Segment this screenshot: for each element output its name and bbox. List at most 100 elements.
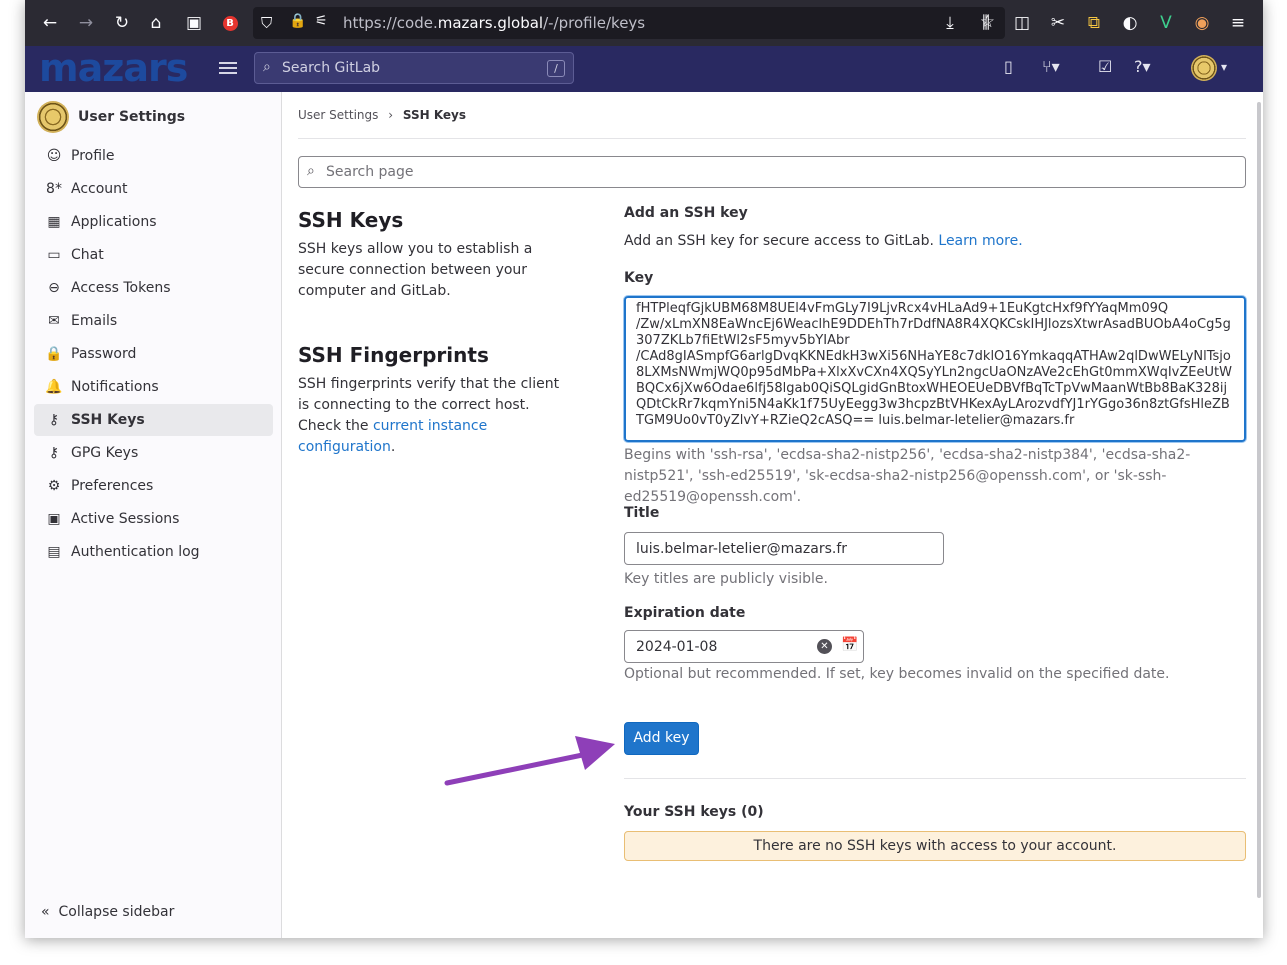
breadcrumb-parent[interactable]: User Settings xyxy=(298,108,378,122)
collapse-sidebar-button[interactable]: « Collapse sidebar xyxy=(41,904,174,920)
learn-more-link[interactable]: Learn more. xyxy=(938,233,1022,249)
sidebar-item-notifications[interactable]: 🔔 Notifications xyxy=(34,371,273,403)
back-icon[interactable]: ← xyxy=(37,10,63,36)
help-icon[interactable]: ?▾ xyxy=(1134,57,1151,76)
sidebar-item-gpg-keys[interactable]: ⚷ GPG Keys xyxy=(34,437,273,469)
title-label: Title xyxy=(624,505,660,521)
vue-devtools-icon[interactable]: V xyxy=(1153,10,1179,36)
reload-icon[interactable]: ↻ xyxy=(109,10,135,36)
avatar xyxy=(37,101,69,133)
sidebar-item-label: Account xyxy=(71,181,128,197)
search-icon: ⌕ xyxy=(263,59,271,75)
sidebar-item-authentication-log[interactable]: ▤ Authentication log xyxy=(34,536,273,568)
permissions-icon[interactable]: ⚟ xyxy=(315,13,328,29)
url-text[interactable]: https://code.mazars.global/-/profile/key… xyxy=(343,14,645,32)
sidebar-item-emails[interactable]: ✉ Emails xyxy=(34,305,273,337)
address-bar[interactable]: ⛉ 🔒 ⚟ https://code.mazars.global/-/profi… xyxy=(253,7,1005,39)
container-icon[interactable]: ⧉ xyxy=(1081,10,1107,36)
clear-icon[interactable]: ✕ xyxy=(817,639,832,654)
key-label: Key xyxy=(624,270,654,286)
sidebar-item-chat[interactable]: ▭ Chat xyxy=(34,239,273,271)
key-help-text: Begins with 'ssh-rsa', 'ecdsa-sha2-nistp… xyxy=(624,447,1191,505)
sidebar-item-label: Authentication log xyxy=(71,544,200,560)
sidebar-item-applications[interactable]: ▦ Applications xyxy=(34,206,273,238)
sidebar-item-ssh-keys[interactable]: ⚷ SSH Keys xyxy=(34,404,273,436)
breadcrumb-separator: › xyxy=(388,108,394,122)
chevron-down-icon[interactable]: ▾ xyxy=(1221,60,1227,74)
shield-icon[interactable]: ⛉ xyxy=(261,14,272,32)
user-avatar[interactable] xyxy=(1191,55,1217,81)
download-icon[interactable]: ⤓ xyxy=(937,10,963,36)
calendar-icon[interactable]: 📅 xyxy=(841,637,858,653)
library-icon[interactable]: ⫼ xyxy=(973,10,999,36)
settings-sidebar: User Settings ☺ Profile 8* Account ▦ Applicat… xyxy=(25,92,282,938)
key-textarea[interactable]: fHTPleqfGjkUBM68M8UEl4vFmGLy7I9LjvRcx4vH… xyxy=(624,296,1246,442)
sidebar-item-active-sessions[interactable]: ▣ Active Sessions xyxy=(34,503,273,535)
double-chevron-left-icon: « xyxy=(41,904,50,920)
home-icon[interactable]: ⌂ xyxy=(143,10,169,36)
sidebar-title: User Settings xyxy=(78,109,186,125)
account-icon: 8* xyxy=(46,181,62,197)
breadcrumb-current: SSH Keys xyxy=(402,108,467,122)
divider xyxy=(298,138,1246,139)
sidebar-item-profile[interactable]: ☺ Profile xyxy=(34,140,273,172)
lock-icon[interactable]: 🔒 xyxy=(289,13,306,29)
merge-requests-icon[interactable]: ⑂▾ xyxy=(1042,57,1060,76)
gitlab-search-input[interactable]: ⌕ Search GitLab / xyxy=(254,52,574,84)
hamburger-menu-icon[interactable] xyxy=(219,59,237,79)
browser-toolbar: ← → ↻ ⌂ ▣ B ⛉ 🔒 ⚟ https://code.mazars.gl… xyxy=(25,0,1263,46)
ssh-fingerprints-description: SSH fingerprints verify that the client … xyxy=(298,376,560,455)
chat-icon: ▭ xyxy=(47,247,61,263)
extension-puzzle-icon[interactable]: ✂ xyxy=(1045,10,1071,36)
sidebar-item-label: Preferences xyxy=(71,478,154,494)
scrollbar[interactable] xyxy=(1257,102,1261,898)
sidebar-item-label: Access Tokens xyxy=(71,280,171,296)
add-ssh-key-intro: Add an SSH key for secure access to GitL… xyxy=(624,233,1023,249)
extension-icon[interactable]: B xyxy=(217,10,243,36)
issues-icon[interactable]: ▯ xyxy=(1004,57,1013,76)
log-icon: ▤ xyxy=(47,544,61,560)
ssh-fingerprints-heading: SSH Fingerprints xyxy=(298,343,489,367)
expiration-label: Expiration date xyxy=(624,605,746,621)
mazars-logo[interactable]: mazars xyxy=(39,46,188,90)
sidebar-item-label: GPG Keys xyxy=(71,445,139,461)
menu-icon[interactable]: ≡ xyxy=(1225,10,1251,36)
add-key-button[interactable]: Add key xyxy=(624,722,699,755)
sidebar-item-label: Profile xyxy=(71,148,115,164)
title-input[interactable]: luis.belmar-letelier@mazars.fr xyxy=(624,532,944,565)
breadcrumb: User Settings › SSH Keys xyxy=(298,108,466,122)
preferences-icon: ⚙ xyxy=(47,478,61,494)
search-icon: ⌕ xyxy=(307,163,315,179)
sidebar-item-account[interactable]: 8* Account xyxy=(34,173,273,205)
email-icon: ✉ xyxy=(48,313,60,329)
applications-icon: ▦ xyxy=(47,214,61,230)
search-page-placeholder: Search page xyxy=(326,164,414,180)
sidebar-item-label: Password xyxy=(71,346,137,362)
search-page-input[interactable]: ⌕ Search page xyxy=(298,156,1246,188)
ssh-keys-heading: SSH Keys xyxy=(298,208,404,232)
gitlab-search-placeholder: Search GitLab xyxy=(282,60,381,76)
sidebar-item-label: Active Sessions xyxy=(71,511,180,527)
gitlab-header: mazars ⌕ Search GitLab / ▯ ⑂▾ ☑ ?▾ ▾ xyxy=(25,46,1263,92)
expiration-help-text: Optional but recommended. If set, key be… xyxy=(624,666,1170,682)
sidebar-header[interactable]: User Settings xyxy=(37,100,185,134)
profile-icon: ☺ xyxy=(46,148,62,164)
expiration-date-input[interactable]: 2024-01-08 ✕ 📅 xyxy=(624,630,864,663)
extension-icon-3[interactable]: ◉ xyxy=(1189,10,1215,36)
sidebar-toggle-icon[interactable]: ◫ xyxy=(1009,10,1035,36)
sidebar-item-password[interactable]: 🔒 Password xyxy=(34,338,273,370)
add-ssh-key-heading: Add an SSH key xyxy=(624,205,748,221)
extension-icon-2[interactable]: ◐ xyxy=(1117,10,1143,36)
expiration-date-value: 2024-01-08 xyxy=(636,639,718,655)
title-help-text: Key titles are publicly visible. xyxy=(624,571,828,587)
key-value: fHTPleqfGjkUBM68M8UEl4vFmGLy7I9LjvRcx4vH… xyxy=(636,301,1232,428)
todos-icon[interactable]: ☑ xyxy=(1098,57,1112,76)
sidebar-item-access-tokens[interactable]: ⊖ Access Tokens xyxy=(34,272,273,304)
main-content: User Settings › SSH Keys ⌕ Search page S… xyxy=(282,92,1263,938)
sidebar-item-preferences[interactable]: ⚙ Preferences xyxy=(34,470,273,502)
lock-icon: 🔒 xyxy=(45,346,63,362)
screenshot-icon[interactable]: ▣ xyxy=(181,10,207,36)
monitor-icon: ▣ xyxy=(47,511,61,527)
forward-icon[interactable]: → xyxy=(73,10,99,36)
sidebar-item-label: Emails xyxy=(71,313,118,329)
